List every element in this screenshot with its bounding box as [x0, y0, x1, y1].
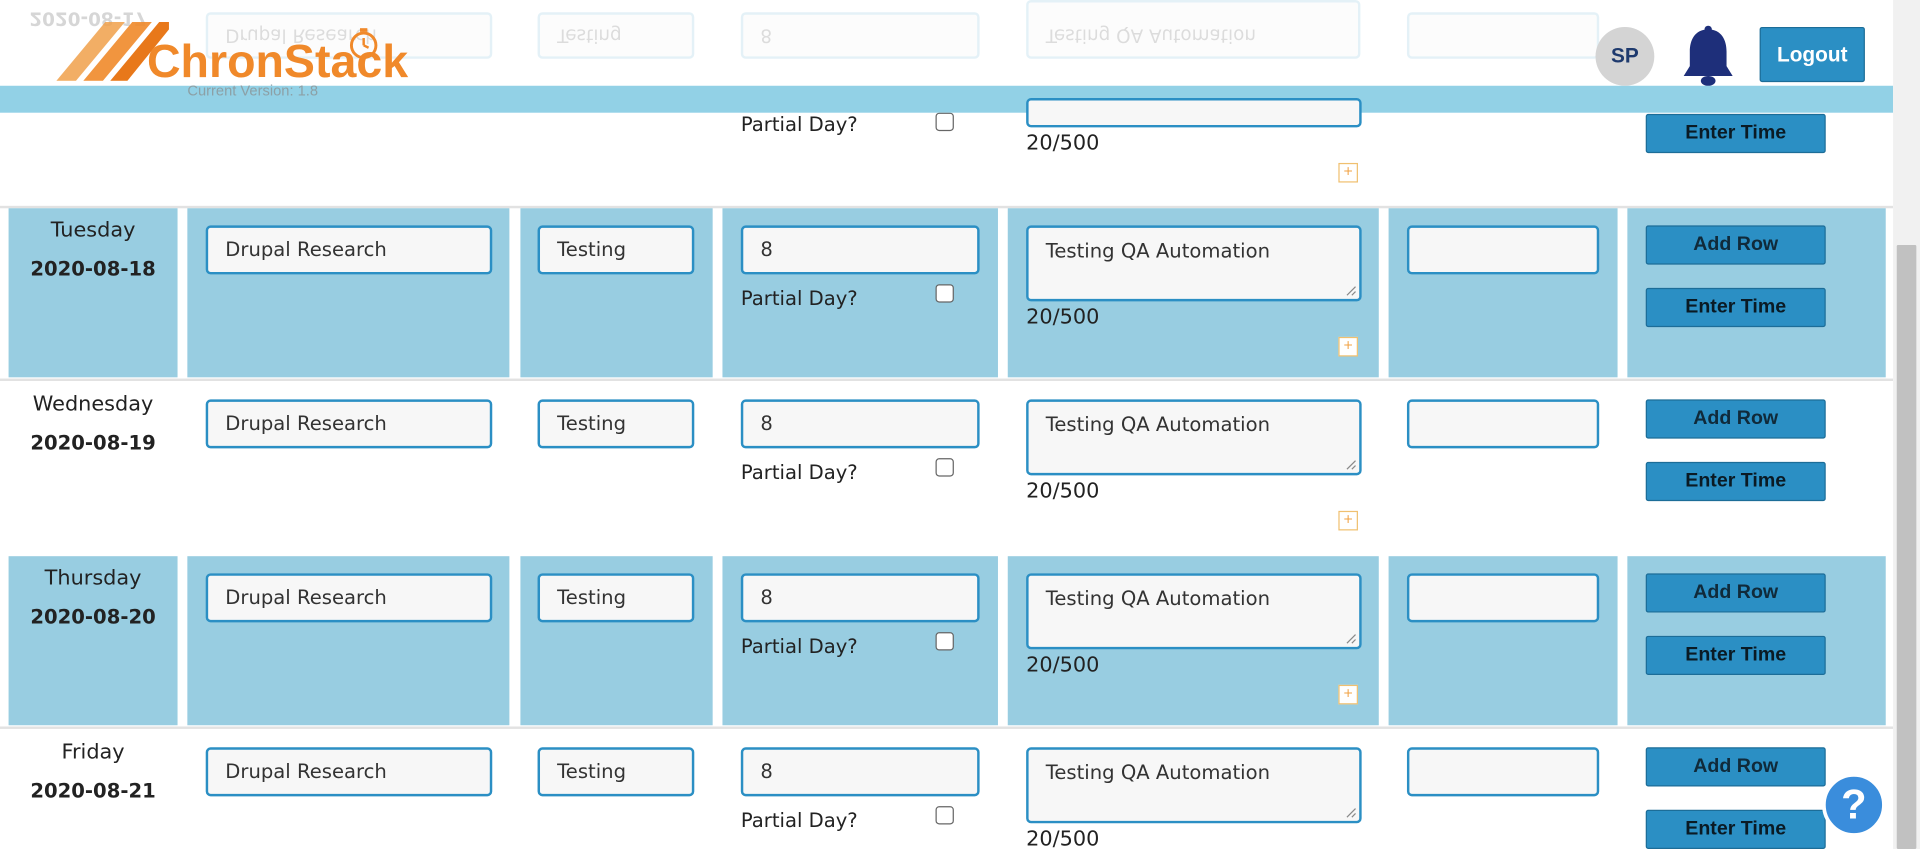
partial-day-label: Partial Day? [740, 460, 858, 484]
extra-input[interactable] [1406, 399, 1600, 449]
partial-day-checkbox[interactable] [935, 112, 954, 132]
enter-time-button[interactable]: Enter Time [1645, 461, 1826, 502]
resize-grip-icon[interactable] [1345, 284, 1357, 296]
hours-input[interactable]: 8 [740, 573, 980, 623]
notes-textarea[interactable]: Testing QA Automation [1026, 573, 1362, 650]
row-divider [0, 378, 1894, 382]
enter-time-button[interactable]: Enter Time [1645, 635, 1826, 676]
day-date: 2020-08-20 [30, 605, 156, 629]
partial-day-label: Partial Day? [740, 634, 858, 658]
partial-day-checkbox[interactable] [935, 632, 954, 651]
help-button[interactable]: ? [1822, 773, 1886, 837]
partial-day-label: Partial Day? [740, 808, 858, 832]
day-name: Friday [61, 739, 125, 765]
notes-text: Testing QA Automation [1045, 760, 1270, 785]
extra-input[interactable] [1406, 573, 1600, 623]
partial-day-label: Partial Day? [740, 112, 858, 136]
logout-button[interactable]: Logout [1759, 26, 1865, 83]
char-count: 20/500 [1026, 652, 1100, 678]
extra-input[interactable] [1406, 225, 1600, 275]
notification-bell-icon[interactable] [1678, 25, 1739, 89]
expand-icon[interactable]: + [1338, 162, 1358, 183]
partial-day-label: Partial Day? [740, 286, 858, 310]
day-name: Thursday [44, 565, 142, 591]
user-avatar[interactable]: SP [1595, 26, 1655, 86]
hours-input[interactable]: 8 [740, 747, 980, 797]
partial-day-checkbox[interactable] [935, 806, 954, 825]
project-input[interactable]: Drupal Research [205, 225, 493, 275]
char-count: 20/500 [1026, 131, 1100, 156]
partial-day-checkbox[interactable] [935, 284, 954, 303]
row-divider [0, 726, 1894, 729]
previous-row-tail: Partial Day? 20/500 + Enter Time [0, 98, 1894, 209]
timesheet-row-friday: Friday 2020-08-21 Drupal Research Testin… [0, 726, 1894, 849]
hours-input[interactable]: 8 [740, 399, 980, 449]
add-row-button[interactable]: Add Row [1645, 747, 1826, 787]
day-date: 2020-08-18 [30, 257, 156, 281]
scrollbar-thumb[interactable] [1896, 245, 1917, 849]
expand-icon[interactable]: + [1338, 336, 1358, 357]
project-input[interactable]: Drupal Research [205, 399, 493, 449]
hours-input[interactable]: 8 [740, 225, 980, 275]
notes-textarea[interactable]: Testing QA Automation [1026, 225, 1362, 302]
timesheet-row-thursday: Thursday 2020-08-20 Drupal Research Test… [0, 556, 1893, 726]
day-date: 2020-08-21 [30, 779, 156, 803]
notes-text: Testing QA Automation [1045, 238, 1270, 263]
expand-icon[interactable]: + [1338, 684, 1358, 705]
page: 2020-08-17 Drupal Research Testing 8 Tes… [0, 0, 1920, 849]
notes-text: Testing QA Automation [1045, 412, 1270, 437]
project-input[interactable]: Drupal Research [205, 573, 493, 623]
timesheet-row-wednesday: Wednesday 2020-08-19 Drupal Research Tes… [0, 378, 1894, 551]
task-input[interactable]: Testing [537, 747, 695, 797]
notes-textarea[interactable]: Testing QA Automation [1026, 399, 1362, 476]
char-count: 20/500 [1026, 479, 1100, 504]
partial-day-checkbox[interactable] [935, 458, 954, 477]
timesheet-row-tuesday: Tuesday 2020-08-18 Drupal Research Testi… [0, 208, 1893, 378]
day-name: Tuesday [50, 218, 136, 243]
resize-grip-icon[interactable] [1345, 632, 1357, 644]
task-input[interactable]: Testing [537, 225, 695, 275]
add-row-button[interactable]: Add Row [1645, 573, 1826, 613]
enter-time-button[interactable]: Enter Time [1645, 113, 1826, 154]
notes-text: Testing QA Automation [1045, 586, 1270, 611]
task-input[interactable]: Testing [537, 399, 695, 449]
task-input[interactable]: Testing [537, 573, 695, 623]
notes-textarea[interactable]: Testing QA Automation [1026, 747, 1362, 824]
add-row-button[interactable]: Add Row [1645, 399, 1826, 439]
resize-grip-icon[interactable] [1345, 458, 1357, 470]
char-count: 20/500 [1026, 826, 1100, 849]
enter-time-button[interactable]: Enter Time [1645, 287, 1826, 328]
day-date: 2020-08-19 [30, 431, 156, 455]
brand-logo[interactable]: ChronStack [56, 12, 423, 88]
resize-grip-icon[interactable] [1345, 806, 1357, 818]
app-header: ChronStack Current Version: 1.8 SP Logou… [0, 0, 1920, 113]
char-count: 20/500 [1026, 305, 1100, 330]
stopwatch-icon [349, 28, 378, 60]
extra-input[interactable] [1406, 747, 1600, 797]
enter-time-button[interactable]: Enter Time [1645, 809, 1826, 849]
version-label: Current Version: 1.8 [187, 82, 319, 100]
expand-icon[interactable]: + [1338, 510, 1358, 531]
day-name: Wednesday [32, 392, 154, 417]
add-row-button[interactable]: Add Row [1645, 225, 1826, 265]
project-input[interactable]: Drupal Research [205, 747, 493, 797]
